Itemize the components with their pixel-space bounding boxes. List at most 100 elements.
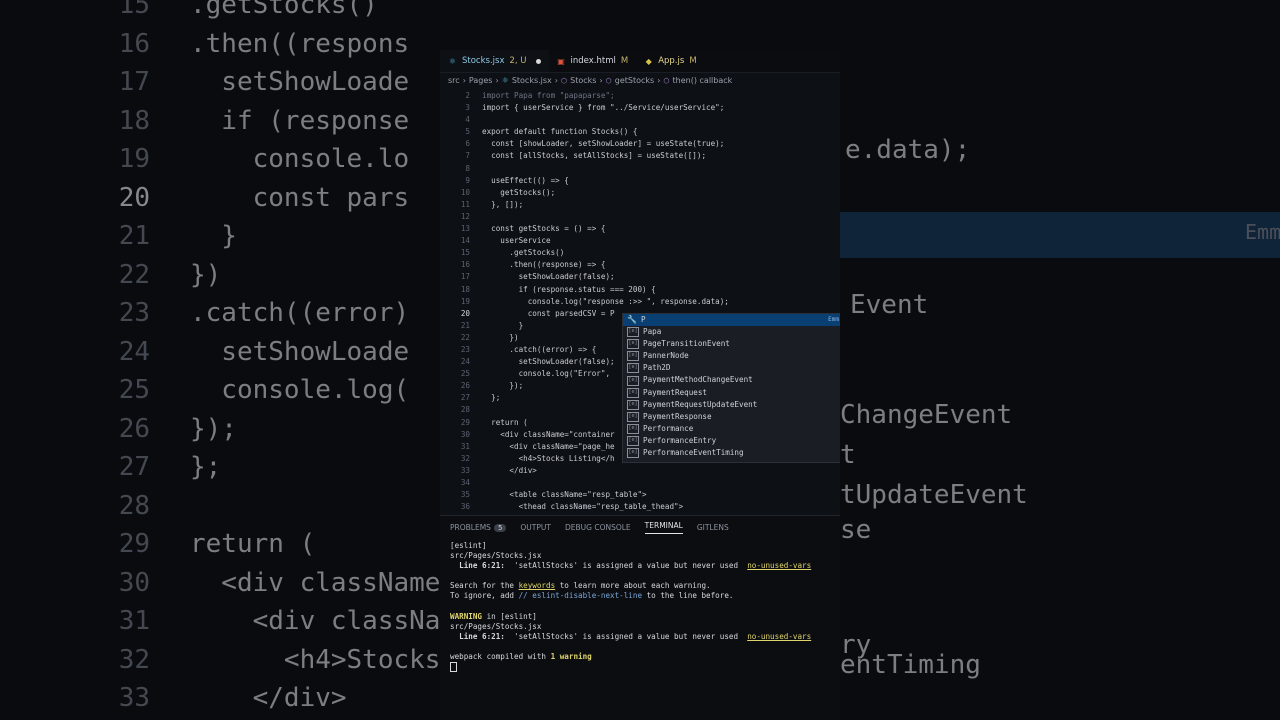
suggestion-item[interactable]: [e] PannerNode [623, 350, 840, 362]
react-icon: ⚛ [501, 76, 509, 85]
suggestion-item[interactable]: [e] PageTransitionEvent [623, 338, 840, 350]
react-icon: ⚛ [448, 56, 457, 66]
breadcrumb-item[interactable]: src [448, 76, 460, 85]
suggestion-item[interactable]: [e] PerformanceEventTiming [623, 447, 840, 459]
panel-tab-output[interactable]: OUTPUT [520, 523, 551, 532]
tab-label: index.html [570, 56, 616, 66]
terminal-line: Line 6:21: 'setAllStocks' is assigned a … [450, 561, 830, 571]
suggestion-item[interactable]: [e] PaymentRequestUpdateEvent [623, 399, 840, 411]
terminal-blank [450, 602, 830, 612]
line-number: 20 [460, 308, 470, 318]
code-line: 10 getStocks(); [440, 187, 840, 199]
panel-tab-debug-console[interactable]: DEBUG CONSOLE [565, 523, 631, 532]
line-number: 10 [460, 187, 470, 197]
suggestion-label: PaymentResponse [643, 411, 712, 421]
terminal-blank [450, 642, 830, 652]
terminal-text: in [eslint] [482, 611, 537, 621]
code-line: 13 const getStocks = () => { [440, 223, 840, 235]
problems-count-badge: 5 [493, 523, 507, 532]
code-line: 17 setShowLoader(false); [440, 271, 840, 283]
line-text: }, []); [482, 199, 524, 209]
tab-app-js[interactable]: ◆ App.js M [636, 50, 704, 72]
tab-stocks-jsx[interactable]: ⚛ Stocks.jsx 2, U [440, 50, 549, 72]
line-number: 18 [460, 284, 470, 294]
line-number: 24 [460, 357, 470, 367]
symbol-variable-icon: [e] [627, 327, 639, 338]
keywords-link[interactable]: keywords [519, 581, 556, 590]
rule-link[interactable]: no-unused-vars [747, 561, 811, 570]
terminal-text: To ignore, add [450, 591, 519, 601]
suggestion-label: PannerNode [643, 351, 689, 361]
line-text: <div className="container [482, 429, 615, 439]
code-line: 7 const [allStocks, setAllStocks] = useS… [440, 150, 840, 162]
line-text: } [482, 320, 524, 330]
code-editor-window: ⚛ Stocks.jsx 2, U ▣ index.html M ◆ App.js M src ›… [440, 50, 840, 720]
tab-index-html[interactable]: ▣ index.html M [549, 50, 637, 72]
html-icon: ▣ [557, 56, 565, 66]
symbol-variable-icon: [e] [627, 448, 639, 459]
symbol-variable-icon: [e] [627, 351, 639, 362]
eslint-disable-comment: // eslint-disable-next-line [518, 591, 643, 601]
suggestion-item[interactable]: [e] Papa [623, 326, 840, 338]
line-number: 5 [465, 127, 470, 137]
breadcrumb-item[interactable]: getStocks [615, 76, 654, 85]
suggestion-item[interactable]: [e] PaymentResponse [623, 411, 840, 423]
suggestion-item[interactable]: [e] Performance [623, 423, 840, 435]
code-line: 9 useEffect(() => { [440, 175, 840, 187]
line-number: 14 [460, 236, 470, 246]
suggestion-item[interactable]: [e] PaymentMethodChangeEvent [623, 374, 840, 386]
panel-tabs: PROBLEMS 5 OUTPUT DEBUG CONSOLE TERMINAL GITL… [440, 516, 840, 538]
line-text: export default function Stocks() { [482, 127, 638, 137]
suggestion-item[interactable]: [e] PerformanceEntry [623, 435, 840, 447]
line-text: const parsedCSV = P [482, 308, 615, 318]
chevron-right-icon: › [657, 76, 661, 85]
panel-tab-label: PROBLEMS [450, 522, 491, 532]
terminal-line: [eslint] [450, 541, 487, 550]
terminal-output[interactable]: [eslint] src/Pages/Stocks.jsx Line 6:21:… [440, 538, 840, 673]
terminal-text: webpack compiled with [450, 652, 551, 662]
line-text: }; [482, 393, 501, 403]
symbol-variable-icon: [e] [627, 339, 639, 350]
panel-tab-terminal[interactable]: TERMINAL [644, 520, 683, 534]
terminal-line: src/Pages/Stocks.jsx [450, 551, 542, 561]
line-number: 12 [460, 211, 470, 221]
terminal-line: WARNING in [eslint] [450, 612, 830, 622]
panel-tab-label: TERMINAL [644, 520, 683, 530]
panel-tab-label: OUTPUT [520, 522, 551, 532]
symbol-icon: ⬡ [605, 77, 612, 85]
line-number: 15 [460, 248, 470, 258]
tab-status: M [689, 56, 697, 66]
line-number: 4 [465, 115, 470, 125]
code-line: 4 [440, 114, 840, 126]
suggestion-item[interactable]: 🔧 P Emm [623, 314, 840, 327]
line-text: setShowLoader(false); [482, 357, 615, 367]
panel-tab-problems[interactable]: PROBLEMS 5 [450, 522, 507, 532]
autocomplete-suggestions[interactable]: 🔧 P Emm [e] Papa [e] PageTransitionEvent [e] Pan… [622, 313, 840, 463]
code-line: 16 .then((response) => { [440, 259, 840, 271]
line-text: }); [482, 381, 524, 391]
bottom-panel: PROBLEMS 5 OUTPUT DEBUG CONSOLE TERMINAL GITL… [440, 515, 840, 720]
panel-tab-gitlens[interactable]: GITLENS [697, 523, 729, 532]
terminal-prompt[interactable] [450, 662, 830, 673]
line-number: 29 [460, 417, 470, 427]
symbol-variable-icon: [e] [627, 363, 639, 374]
code-line: 15 .getStocks() [440, 247, 840, 259]
line-number: 33 [460, 465, 470, 475]
suggestion-item[interactable]: [e] Path2D [623, 362, 840, 374]
breadcrumb-item[interactable]: Pages [469, 76, 493, 85]
symbol-icon: ⬡ [663, 77, 670, 85]
breadcrumb-item[interactable]: Stocks [570, 76, 596, 85]
suggestion-label: PaymentMethodChangeEvent [643, 375, 753, 385]
tab-status: 2, U [509, 56, 527, 66]
suggestion-label: Papa [643, 327, 662, 337]
rule-link[interactable]: no-unused-vars [747, 632, 811, 641]
code-line: 5 export default function Stocks() { [440, 126, 840, 138]
line-text: const [allStocks, setAllStocks] = useSta… [482, 151, 707, 161]
suggestion-item[interactable]: [e] PaymentRequest [623, 387, 840, 399]
line-text: userService [482, 236, 551, 246]
breadcrumb-item[interactable]: Stocks.jsx [512, 76, 552, 85]
line-number: 31 [460, 441, 470, 451]
breadcrumb-item[interactable]: then() callback [673, 76, 733, 85]
line-number: 11 [460, 199, 470, 209]
terminal-line: src/Pages/Stocks.jsx [450, 621, 542, 631]
